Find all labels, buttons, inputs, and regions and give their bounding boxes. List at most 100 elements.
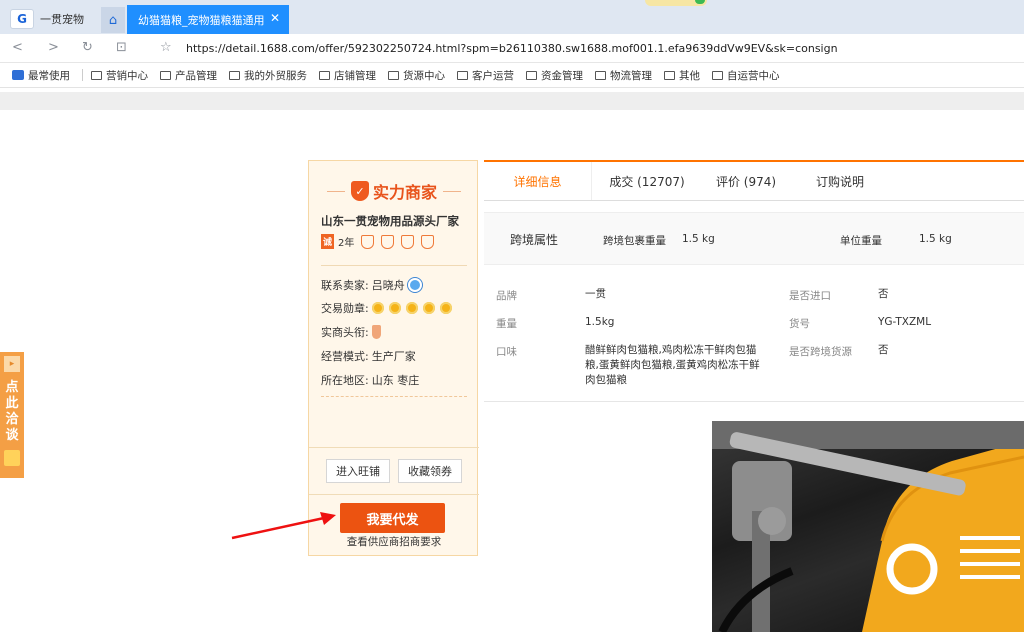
medal-flower-icon (422, 302, 435, 314)
title-row: 实商头衔: (321, 324, 381, 340)
side-chat-label[interactable]: 点此洽谈 (5, 380, 19, 444)
attr-key: 品牌 (496, 290, 517, 302)
bookmark-label: 产品管理 (175, 69, 217, 82)
folder-icon (457, 70, 468, 80)
detail-tabs: 详细信息 成交 (12707) 评价 (974) 订购说明 (484, 160, 1024, 201)
bookmark-star-icon[interactable]: ☆ (160, 40, 172, 55)
attributes-table: 品牌 一贯 是否进口 否 重量 1.5kg 货号 YG-TXZML 口味 醋鲜鲜… (484, 276, 1024, 402)
screenshot-icon[interactable]: ⊡ (116, 40, 127, 55)
folder-icon (160, 70, 171, 80)
forward-icon[interactable]: > (48, 40, 59, 55)
bookmark-label: 营销中心 (106, 69, 148, 82)
folder-icon (712, 70, 723, 80)
folder-icon (526, 70, 537, 80)
bookmark-item[interactable]: 其他 (664, 68, 700, 83)
close-icon[interactable]: ✕ (270, 11, 280, 25)
coupon-icon[interactable] (4, 450, 20, 466)
bookmark-item[interactable]: 资金管理 (526, 68, 583, 83)
cb-key: 跨境包裹重量 (603, 235, 666, 247)
reload-icon[interactable]: ↻ (82, 40, 93, 55)
bookmark-separator (82, 69, 83, 81)
bookmark-label: 资金管理 (541, 69, 583, 82)
home-tab[interactable]: ⌂ (101, 7, 125, 33)
bookmark-item[interactable]: 客户运营 (457, 68, 514, 83)
trust-badge-icon: 诚 (321, 234, 335, 249)
bookmark-label: 最常使用 (28, 69, 70, 82)
red-arrow-icon (231, 512, 336, 540)
frequent-icon (12, 70, 24, 80)
mode-row: 经营模式: 生产厂家 (321, 348, 416, 364)
back-icon[interactable]: < (12, 40, 23, 55)
tab-3[interactable]: 订购说明 (790, 162, 890, 200)
tab-1[interactable]: 成交 (12707) (592, 162, 702, 200)
folder-icon (595, 70, 606, 80)
tab-0[interactable]: 详细信息 (484, 162, 592, 200)
mode-value: 生产厂家 (371, 350, 416, 363)
contact-name[interactable]: 吕晓舟 (372, 277, 405, 293)
medal-flower-icon (439, 302, 452, 314)
attr-value: 醋鲜鲜肉包猫粮,鸡肉松冻干鲜肉包猫粮,蛋黄鲜肉包猫粮,蛋黄鸡肉松冻干鲜肉包猫粮 (585, 344, 760, 386)
seller-badge-title: ✓ 实力商家 (321, 178, 467, 204)
medal-flower-icon (371, 302, 384, 314)
attr-key: 货号 (789, 318, 810, 330)
attr-value: YG-TXZML (878, 316, 932, 328)
shield-icon: ✓ (351, 181, 369, 201)
certificate-icon (381, 234, 395, 249)
active-tab[interactable]: 幼猫猫粮_宠物猫粮猫通用 ✕ (127, 5, 289, 34)
cb-value: 1.5 kg (919, 233, 952, 245)
address-bar: < > ↻ ⊡ ☆ https://detail.1688.com/offer/… (0, 34, 1024, 63)
bookmark-label: 自运营中心 (727, 69, 780, 82)
tab-2[interactable]: 评价 (974) (702, 162, 790, 200)
title-label: 实商头衔: (321, 326, 369, 339)
region-row: 所在地区: 山东 枣庄 (321, 372, 419, 388)
bookmark-item[interactable]: 产品管理 (160, 68, 217, 83)
bookmark-item[interactable]: 货源中心 (388, 68, 445, 83)
cross-border-section: 跨境属性 跨境包裹重量 1.5 kg 单位重量 1.5 kg (484, 212, 1024, 265)
attr-key: 是否跨境货源 (789, 346, 852, 358)
certificate-icon (401, 234, 415, 249)
bookmark-item[interactable]: 最常使用 (12, 68, 70, 83)
bookmark-item[interactable]: 我的外贸服务 (229, 68, 307, 83)
contact-label: 联系卖家: (321, 279, 369, 292)
folder-icon (319, 70, 330, 80)
folder-icon (229, 70, 240, 80)
company-name[interactable]: 山东一贯宠物用品源头厂家 (321, 213, 459, 229)
folder-icon (388, 70, 399, 80)
bookmark-item[interactable]: 物流管理 (595, 68, 652, 83)
mode-label: 经营模式: (321, 350, 369, 363)
attr-key: 是否进口 (789, 290, 831, 302)
rank-medal-icon (371, 325, 381, 339)
divider (321, 265, 467, 266)
region-value: 山东 枣庄 (371, 374, 420, 387)
chat-icon[interactable] (407, 278, 422, 292)
bookmark-label: 货源中心 (403, 69, 445, 82)
page-top-band (0, 92, 1024, 110)
product-photo-graphic (712, 421, 1024, 632)
folder-icon (664, 70, 675, 80)
bookmark-item[interactable]: 自运营中心 (712, 68, 780, 83)
url-field[interactable]: https://detail.1688.com/offer/5923022507… (186, 42, 838, 55)
region-label: 所在地区: (321, 374, 369, 387)
brand-logo-icon: G (10, 9, 34, 29)
medal-flower-icon (388, 302, 401, 314)
bookmark-item[interactable]: 营销中心 (91, 68, 148, 83)
attr-key: 重量 (496, 318, 517, 330)
bookmark-label: 店铺管理 (334, 69, 376, 82)
product-photo (712, 421, 1024, 632)
brand-tab[interactable]: G 一贯宠物 (10, 8, 102, 30)
dashed-divider (321, 396, 467, 397)
seller-badge-label: 实力商家 (373, 183, 438, 202)
seller-card: ✓ 实力商家 山东一贯宠物用品源头厂家 诚 2年 联系卖家: 吕晓舟 交易勋章:… (308, 160, 479, 556)
side-chat-widget[interactable]: ▸ 点此洽谈 (0, 352, 24, 478)
bookmark-label: 物流管理 (610, 69, 652, 82)
collect-coupon-button[interactable]: 收藏领券 (398, 459, 462, 483)
home-icon: ⌂ (108, 12, 118, 28)
folder-icon (91, 70, 102, 80)
bookmark-item[interactable]: 店铺管理 (319, 68, 376, 83)
dropship-button[interactable]: 我要代发 (340, 503, 445, 533)
active-tab-title: 幼猫猫粮_宠物猫粮猫通用 (138, 13, 265, 27)
tabs-underline (484, 200, 1024, 201)
shop-actions: 进入旺铺 收藏领券 (309, 447, 479, 495)
enter-shop-button[interactable]: 进入旺铺 (326, 459, 390, 483)
expand-icon[interactable]: ▸ (4, 356, 20, 372)
